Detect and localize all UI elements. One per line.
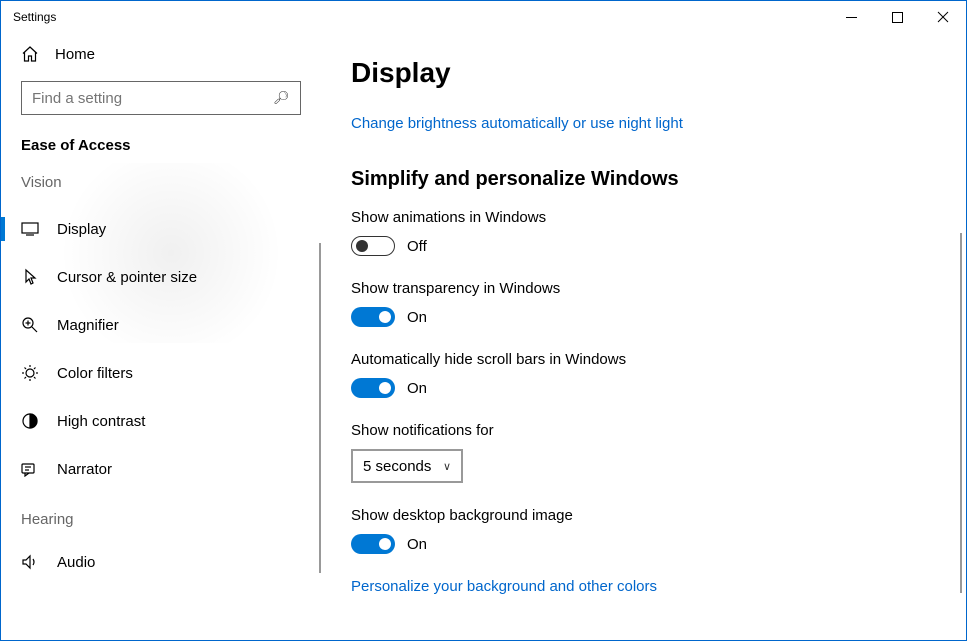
sidebar-item-label: Narrator [57,461,112,478]
page-title: Display [351,57,936,89]
sidebar-item-label: Audio [57,554,95,571]
group-header-vision: Vision [1,174,321,205]
magnifier-icon [21,316,39,334]
group-header-hearing: Hearing [1,493,321,542]
sidebar-item-cursor[interactable]: Cursor & pointer size [1,253,321,301]
home-label: Home [55,46,95,63]
nav-list-vision: Display Cursor & pointer size Magnifier … [1,205,321,493]
sidebar-item-narrator[interactable]: Narrator [1,445,321,493]
display-icon [21,220,39,238]
search-input[interactable]: 🔍︎ [21,81,301,115]
maximize-button[interactable] [874,1,920,33]
cursor-icon [21,268,39,286]
color-filters-icon [21,364,39,382]
toggle-state-animations: Off [407,238,427,255]
setting-label-notifications: Show notifications for [351,422,936,439]
sidebar-item-audio[interactable]: Audio [1,542,321,582]
setting-label-transparency: Show transparency in Windows [351,280,936,297]
minimize-button[interactable] [828,1,874,33]
home-icon [21,45,39,63]
sidebar-item-display[interactable]: Display [1,205,321,253]
narrator-icon [21,460,39,478]
titlebar: Settings [1,1,966,33]
content-scrollbar[interactable] [960,233,962,593]
content-pane: Display Change brightness automatically … [321,33,966,640]
setting-label-scrollbars: Automatically hide scroll bars in Window… [351,351,936,368]
sidebar-item-magnifier[interactable]: Magnifier [1,301,321,349]
link-brightness[interactable]: Change brightness automatically or use n… [351,115,936,132]
sidebar-item-color-filters[interactable]: Color filters [1,349,321,397]
combo-value: 5 seconds [363,458,431,475]
sidebar-item-label: Magnifier [57,317,119,334]
search-field[interactable] [32,90,273,107]
home-nav[interactable]: Home [1,33,321,81]
audio-icon [21,553,39,571]
search-icon: 🔍︎ [273,90,290,106]
close-button[interactable] [920,1,966,33]
window-controls [828,1,966,33]
high-contrast-icon [21,412,39,430]
sidebar-item-label: Cursor & pointer size [57,269,197,286]
toggle-state-transparency: On [407,309,427,326]
toggle-state-background: On [407,536,427,553]
setting-label-animations: Show animations in Windows [351,209,936,226]
sidebar-item-label: Color filters [57,365,133,382]
sidebar: Home 🔍︎ Ease of Access Vision Display C [1,33,321,640]
sidebar-item-high-contrast[interactable]: High contrast [1,397,321,445]
toggle-scrollbars[interactable] [351,378,395,398]
toggle-animations[interactable] [351,236,395,256]
toggle-background[interactable] [351,534,395,554]
category-title: Ease of Access [1,137,321,174]
window-title: Settings [13,10,828,24]
section-title: Simplify and personalize Windows [351,168,936,191]
chevron-down-icon: ∨ [443,460,451,473]
sidebar-item-label: High contrast [57,413,145,430]
toggle-transparency[interactable] [351,307,395,327]
link-personalize[interactable]: Personalize your background and other co… [351,578,936,595]
sidebar-item-label: Display [57,221,106,238]
toggle-state-scrollbars: On [407,380,427,397]
setting-label-background: Show desktop background image [351,507,936,524]
combo-notifications[interactable]: 5 seconds ∨ [351,449,463,483]
